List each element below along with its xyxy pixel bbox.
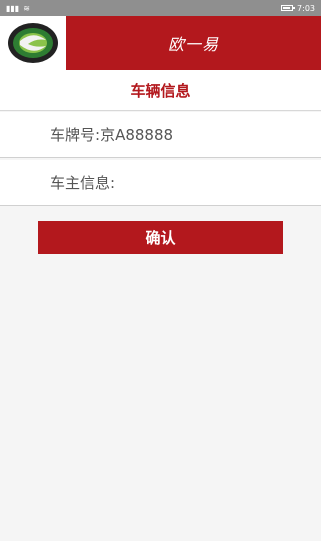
wifi-icon: ≋ [23,3,30,13]
plate-label: 车牌号: [50,126,101,144]
plate-value: 京A88888 [100,126,174,144]
status-left: ▮▮▮ ≋ [6,4,30,13]
status-time: 7:03 [297,3,315,13]
owner-label: 车主信息: [50,174,116,192]
status-bar: ▮▮▮ ≋ 7:03 [0,0,321,16]
app-title: 欧一易 [167,35,219,54]
section-title: 车辆信息 [0,70,321,111]
app-logo [0,16,66,70]
plate-row[interactable]: 车牌号: 京A88888 [0,112,321,158]
owner-row[interactable]: 车主信息: [0,160,321,206]
status-right: 7:03 [281,4,315,13]
signal-icon: ▮▮▮ [6,3,20,13]
battery-icon [281,5,296,11]
confirm-button[interactable]: 确认 [38,221,283,254]
logo-icon [8,23,58,63]
